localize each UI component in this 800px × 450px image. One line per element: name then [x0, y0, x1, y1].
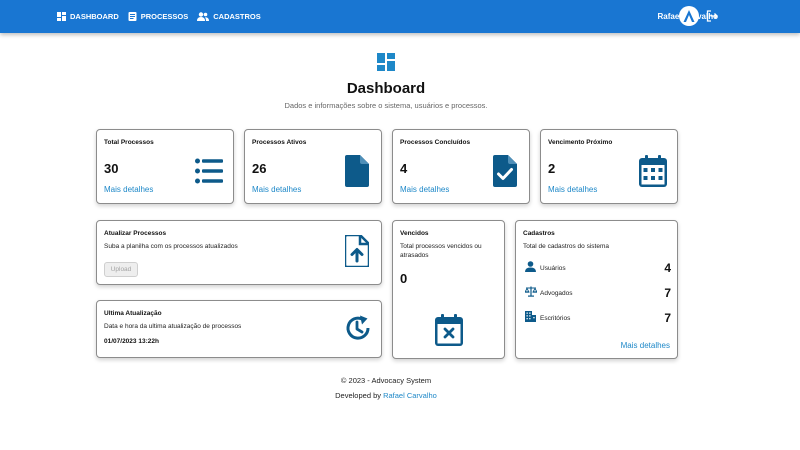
card-title: Cadastros [523, 230, 555, 237]
cadastros-row-value: 7 [664, 286, 671, 300]
stat-card-processos-ativos: Processos Ativos 26 Mais detalhes [244, 129, 382, 204]
page-subtitle: Dados e informações sobre o sistema, usu… [284, 101, 488, 110]
cadastros-row-value: 7 [664, 311, 671, 325]
document-icon [128, 12, 137, 21]
top-app-bar: DASHBOARD PROCESSOS CADASTROS Rafael Car… [0, 0, 800, 33]
calendar-x-icon [435, 314, 463, 346]
last-update-datetime: 01/07/2023 13:22h [104, 338, 159, 345]
card-description: Data e hora da ultima atualização de pro… [104, 323, 242, 330]
people-icon [197, 12, 210, 21]
logout-icon[interactable] [706, 10, 718, 22]
nav-cadastros-label: CADASTROS [213, 12, 261, 21]
card-value: 26 [252, 161, 267, 176]
card-value: 4 [400, 161, 408, 176]
history-icon [346, 315, 370, 340]
file-upload-icon [345, 235, 369, 267]
file-icon [345, 155, 369, 187]
stat-card-total-processos: Total Processos 30 Mais detalhes [96, 129, 234, 204]
stat-card-vencimento-proximo: Vencimento Próximo 2 Mais detalhes [540, 129, 678, 204]
card-value: 0 [400, 271, 408, 286]
avatar[interactable] [679, 6, 699, 26]
calendar-icon [639, 155, 667, 187]
details-link[interactable]: Mais detalhes [621, 341, 670, 350]
dashboard-hero-icon [377, 53, 395, 71]
cadastros-row-label: Escritórios [540, 315, 571, 322]
card-value: 30 [104, 161, 119, 176]
cadastros-card: Cadastros Total de cadastros do sistema … [515, 220, 678, 359]
card-value: 2 [548, 161, 556, 176]
card-title: Vencidos [400, 230, 429, 237]
details-link[interactable]: Mais detalhes [104, 185, 153, 194]
details-link[interactable]: Mais detalhes [252, 185, 301, 194]
footer-copyright: © 2023 - Advocacy System [340, 376, 432, 385]
card-description: Total processos vencidos ou atrasados [400, 243, 482, 259]
ultima-atualizacao-card: Ultima Atualização Data e hora da ultima… [96, 300, 382, 358]
footer-developer: Developed by Rafael Carvalho [0, 391, 772, 400]
nav-dashboard-label: DASHBOARD [70, 12, 119, 21]
stat-card-processos-concluidos: Processos Concluídos 4 Mais detalhes [392, 129, 530, 204]
cadastros-row-advogados: Advogados 7 [523, 286, 671, 300]
file-check-icon [493, 155, 517, 187]
card-title: Processos Concluídos [400, 139, 471, 146]
atualizar-processos-card: Atualizar Processos Suba a planilha com … [96, 220, 382, 285]
building-icon [525, 311, 536, 322]
card-title: Atualizar Processos [104, 230, 167, 237]
nav-dashboard[interactable]: DASHBOARD [57, 12, 119, 21]
card-description: Suba a planilha com os processos atualiz… [104, 243, 238, 250]
dashboard-icon [57, 12, 66, 21]
footer-developed-prefix: Developed by [335, 391, 384, 400]
card-title: Total Processos [104, 139, 154, 146]
card-title: Ultima Atualização [104, 310, 162, 317]
page-title: Dashboard [346, 80, 426, 97]
logo-a-icon [683, 10, 695, 22]
cadastros-row-escritorios: Escritórios 7 [523, 311, 671, 325]
details-link[interactable]: Mais detalhes [400, 185, 449, 194]
person-icon [525, 261, 536, 272]
upload-button[interactable]: Upload [104, 262, 138, 277]
nav-processos[interactable]: PROCESSOS [128, 12, 189, 21]
cadastros-row-value: 4 [664, 261, 671, 275]
list-icon [195, 158, 223, 184]
card-description: Total de cadastros do sistema [523, 243, 609, 250]
cadastros-row-label: Usuários [540, 265, 566, 272]
scale-icon [525, 286, 537, 297]
nav-processos-label: PROCESSOS [140, 12, 189, 21]
details-link[interactable]: Mais detalhes [548, 185, 597, 194]
nav-cadastros[interactable]: CADASTROS [197, 12, 261, 21]
developer-link[interactable]: Rafael Carvalho [383, 391, 437, 400]
card-title: Processos Ativos [252, 139, 307, 146]
card-title: Vencimento Próximo [548, 139, 613, 146]
vencidos-card: Vencidos Total processos vencidos ou atr… [392, 220, 505, 359]
cadastros-row-usuarios: Usuários 4 [523, 261, 671, 275]
cadastros-row-label: Advogados [540, 290, 573, 297]
main-nav: DASHBOARD PROCESSOS CADASTROS [57, 0, 261, 33]
